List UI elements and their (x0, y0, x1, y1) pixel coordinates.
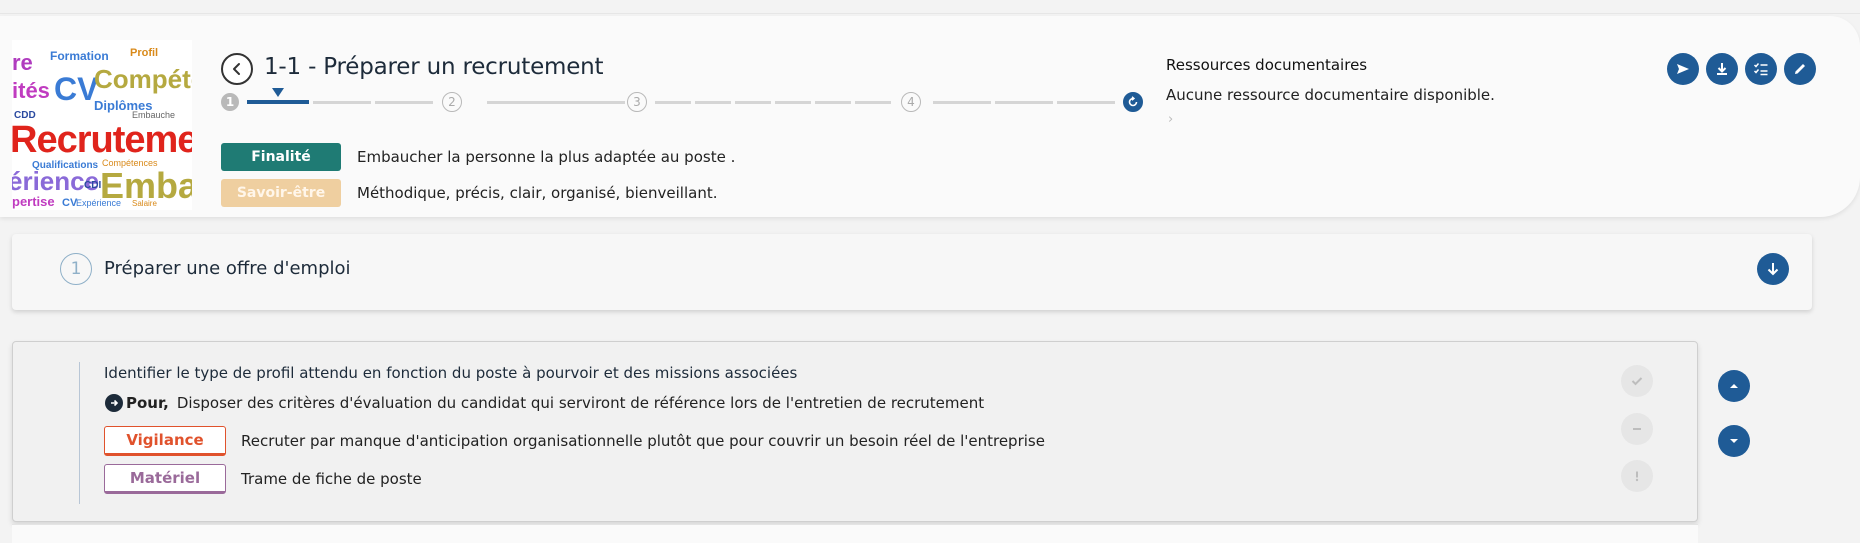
send-button[interactable] (1667, 53, 1699, 85)
vigilance-badge: Vigilance (104, 426, 226, 456)
download-icon (1717, 63, 1727, 75)
purpose-text: Disposer des critères d'évaluation du ca… (176, 394, 985, 412)
task-title: Identifier le type de profil attendu en … (104, 364, 798, 382)
move-down-button[interactable] (1718, 425, 1750, 457)
alert-button[interactable] (1621, 460, 1653, 492)
svg-text:Profil: Profil (130, 47, 158, 59)
refresh-icon (1128, 96, 1138, 107)
materiel-badge: Matériel (104, 464, 226, 494)
activity-header: re Formation Profil ités CV Compétences … (0, 16, 1860, 217)
resources-empty-text: Aucune ressource documentaire disponible… (1166, 86, 1495, 104)
offer-title: Préparer une offre d'emploi (104, 258, 351, 279)
svg-text:Formation: Formation (50, 49, 109, 63)
svg-text:Recrutement: Recrutement (12, 119, 192, 161)
materiel-text: Trame de fiche de poste (241, 470, 422, 488)
caret-down-icon (1730, 439, 1738, 443)
step-2[interactable]: 2 (442, 92, 462, 112)
finalite-text: Embaucher la personne la plus adaptée au… (357, 148, 736, 166)
move-up-button[interactable] (1718, 370, 1750, 402)
top-strip (0, 0, 1860, 14)
send-icon (1677, 64, 1689, 74)
edit-button[interactable] (1784, 53, 1816, 85)
offer-expand-button[interactable] (1757, 253, 1789, 285)
svg-text:pertise: pertise (12, 194, 55, 209)
offer-section[interactable]: 1 Préparer une offre d'emploi (12, 234, 1812, 310)
chevron-left-icon (233, 63, 240, 75)
next-card-edge (12, 524, 1698, 543)
recruitment-word-cloud-image: re Formation Profil ités CV Compétences … (12, 40, 192, 210)
task-card: Identifier le type de profil attendu en … (12, 341, 1698, 522)
skip-button[interactable] (1621, 413, 1653, 445)
pencil-icon (1795, 64, 1805, 74)
step-restart[interactable] (1123, 92, 1143, 112)
step-3[interactable]: 3 (627, 92, 647, 112)
svg-text:CDI: CDI (84, 180, 101, 191)
stepper-current-marker (272, 88, 284, 97)
exclamation-icon (1635, 471, 1639, 482)
stepper-active-segment (247, 100, 309, 104)
svg-text:Salaire: Salaire (132, 199, 157, 208)
page-title: 1-1 - Préparer un recrutement (264, 54, 604, 80)
caret-up-icon (1730, 384, 1738, 388)
finalite-tag: Finalité (221, 143, 341, 171)
back-button[interactable] (221, 53, 253, 85)
svg-text:ités: ités (12, 78, 50, 103)
check-icon (1631, 377, 1643, 386)
svg-text:Compétences: Compétences (94, 64, 192, 94)
task-divider (79, 362, 80, 504)
checklist-icon (1753, 63, 1768, 76)
chevron-right-icon[interactable]: › (1168, 112, 1173, 127)
download-button[interactable] (1706, 53, 1738, 85)
savoir-etre-text: Méthodique, précis, clair, organisé, bie… (357, 184, 718, 202)
arrow-right-icon (105, 394, 123, 412)
minus-icon (1633, 428, 1641, 430)
vigilance-text: Recruter par manque d'anticipation organ… (241, 432, 1045, 450)
svg-text:Expérience: Expérience (76, 198, 121, 208)
step-4[interactable]: 4 (901, 92, 921, 112)
resources-title: Ressources documentaires (1166, 56, 1368, 74)
checklist-button[interactable] (1745, 53, 1777, 85)
offer-step-number: 1 (60, 253, 92, 285)
task-purpose: Pour, Disposer des critères d'évaluation… (105, 394, 984, 412)
progress-stepper: 1 2 3 4 (221, 88, 1145, 114)
step-1[interactable]: 1 (221, 93, 239, 111)
svg-text:CV: CV (54, 71, 99, 107)
validate-button[interactable] (1621, 365, 1653, 397)
purpose-label: Pour, (126, 394, 169, 412)
arrow-down-icon (1767, 263, 1779, 276)
svg-text:re: re (12, 50, 33, 75)
savoir-etre-tag: Savoir-être (221, 179, 341, 207)
